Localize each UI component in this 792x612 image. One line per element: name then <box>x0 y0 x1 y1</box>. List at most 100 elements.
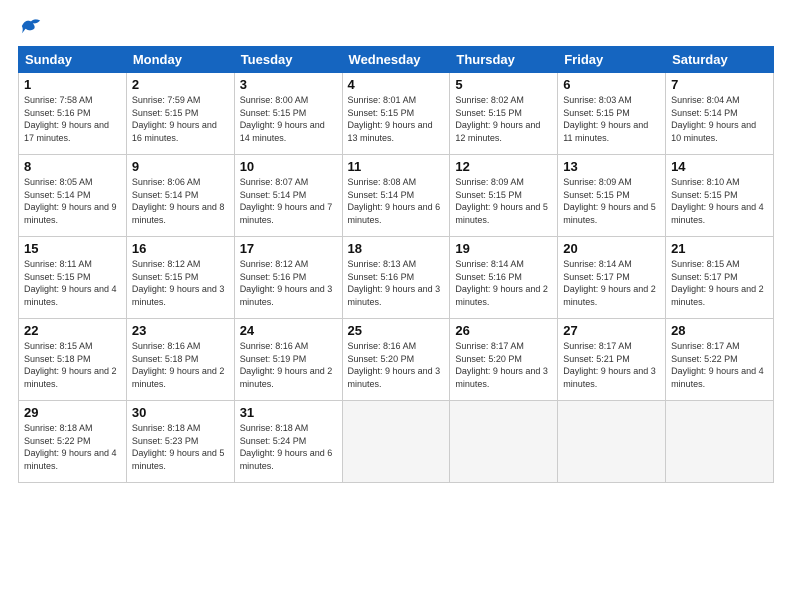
day-cell-20: 20Sunrise: 8:14 AMSunset: 5:17 PMDayligh… <box>558 237 666 319</box>
day-number: 28 <box>671 323 768 338</box>
day-cell-24: 24 Sunrise: 8:16 AMSunset: 5:19 PMDayligh… <box>234 319 342 401</box>
day-number: 7 <box>671 77 768 92</box>
day-number: 20 <box>563 241 660 256</box>
day-number: 21 <box>671 241 768 256</box>
day-number: 8 <box>24 159 121 174</box>
day-info: Sunrise: 8:16 AMSunset: 5:19 PMDaylight:… <box>240 340 337 390</box>
day-cell-14: 14 Sunrise: 8:10 AMSunset: 5:15 PMDayligh… <box>666 155 774 237</box>
day-number: 15 <box>24 241 121 256</box>
bird-icon <box>20 16 42 36</box>
calendar-week-2: 8 Sunrise: 8:05 AMSunset: 5:14 PMDaylight… <box>19 155 774 237</box>
day-number: 1 <box>24 77 121 92</box>
day-number: 11 <box>348 159 445 174</box>
day-number: 5 <box>455 77 552 92</box>
day-number: 26 <box>455 323 552 338</box>
day-number: 25 <box>348 323 445 338</box>
day-number: 18 <box>348 241 445 256</box>
day-info: Sunrise: 8:00 AMSunset: 5:15 PMDaylight:… <box>240 94 337 144</box>
day-info: Sunrise: 8:08 AMSunset: 5:14 PMDaylight:… <box>348 176 445 226</box>
day-number: 16 <box>132 241 229 256</box>
day-info: Sunrise: 8:17 AMSunset: 5:20 PMDaylight:… <box>455 340 552 390</box>
day-cell-19: 19Sunrise: 8:14 AMSunset: 5:16 PMDayligh… <box>450 237 558 319</box>
day-number: 6 <box>563 77 660 92</box>
day-info: Sunrise: 8:15 AMSunset: 5:17 PMDaylight:… <box>671 258 768 308</box>
day-info: Sunrise: 8:09 AMSunset: 5:15 PMDaylight:… <box>455 176 552 226</box>
calendar-header-row: SundayMondayTuesdayWednesdayThursdayFrid… <box>19 47 774 73</box>
calendar-week-1: 1 Sunrise: 7:58 AMSunset: 5:16 PMDaylight… <box>19 73 774 155</box>
day-cell-13: 13Sunrise: 8:09 AMSunset: 5:15 PMDayligh… <box>558 155 666 237</box>
day-info: Sunrise: 8:16 AMSunset: 5:20 PMDaylight:… <box>348 340 445 390</box>
day-number: 31 <box>240 405 337 420</box>
day-info: Sunrise: 8:04 AMSunset: 5:14 PMDaylight:… <box>671 94 768 144</box>
day-cell-11: 11 Sunrise: 8:08 AMSunset: 5:14 PMDayligh… <box>342 155 450 237</box>
day-cell-31: 31 Sunrise: 8:18 AMSunset: 5:24 PMDayligh… <box>234 401 342 483</box>
empty-cell <box>558 401 666 483</box>
day-header-monday: Monday <box>126 47 234 73</box>
day-number: 3 <box>240 77 337 92</box>
day-info: Sunrise: 8:07 AMSunset: 5:14 PMDaylight:… <box>240 176 337 226</box>
day-number: 24 <box>240 323 337 338</box>
day-info: Sunrise: 8:10 AMSunset: 5:15 PMDaylight:… <box>671 176 768 226</box>
day-info: Sunrise: 8:02 AMSunset: 5:15 PMDaylight:… <box>455 94 552 144</box>
day-info: Sunrise: 8:09 AMSunset: 5:15 PMDaylight:… <box>563 176 660 226</box>
day-header-thursday: Thursday <box>450 47 558 73</box>
day-info: Sunrise: 8:05 AMSunset: 5:14 PMDaylight:… <box>24 176 121 226</box>
empty-cell <box>666 401 774 483</box>
day-cell-22: 22Sunrise: 8:15 AMSunset: 5:18 PMDayligh… <box>19 319 127 401</box>
day-cell-8: 8 Sunrise: 8:05 AMSunset: 5:14 PMDaylight… <box>19 155 127 237</box>
day-cell-25: 25 Sunrise: 8:16 AMSunset: 5:20 PMDayligh… <box>342 319 450 401</box>
day-cell-2: 2 Sunrise: 7:59 AMSunset: 5:15 PMDaylight… <box>126 73 234 155</box>
day-cell-18: 18 Sunrise: 8:13 AMSunset: 5:16 PMDayligh… <box>342 237 450 319</box>
day-info: Sunrise: 8:01 AMSunset: 5:15 PMDaylight:… <box>348 94 445 144</box>
day-number: 2 <box>132 77 229 92</box>
day-info: Sunrise: 8:16 AMSunset: 5:18 PMDaylight:… <box>132 340 229 390</box>
day-cell-9: 9 Sunrise: 8:06 AMSunset: 5:14 PMDaylight… <box>126 155 234 237</box>
logo <box>18 18 44 36</box>
day-cell-17: 17 Sunrise: 8:12 AMSunset: 5:16 PMDayligh… <box>234 237 342 319</box>
day-number: 19 <box>455 241 552 256</box>
day-header-friday: Friday <box>558 47 666 73</box>
day-cell-26: 26 Sunrise: 8:17 AMSunset: 5:20 PMDayligh… <box>450 319 558 401</box>
page: SundayMondayTuesdayWednesdayThursdayFrid… <box>0 0 792 612</box>
day-cell-27: 27Sunrise: 8:17 AMSunset: 5:21 PMDayligh… <box>558 319 666 401</box>
day-header-wednesday: Wednesday <box>342 47 450 73</box>
day-info: Sunrise: 8:18 AMSunset: 5:23 PMDaylight:… <box>132 422 229 472</box>
day-cell-5: 5 Sunrise: 8:02 AMSunset: 5:15 PMDaylight… <box>450 73 558 155</box>
day-cell-6: 6 Sunrise: 8:03 AMSunset: 5:15 PMDaylight… <box>558 73 666 155</box>
day-info: Sunrise: 8:06 AMSunset: 5:14 PMDaylight:… <box>132 176 229 226</box>
day-info: Sunrise: 8:13 AMSunset: 5:16 PMDaylight:… <box>348 258 445 308</box>
day-info: Sunrise: 7:59 AMSunset: 5:15 PMDaylight:… <box>132 94 229 144</box>
calendar-week-4: 22Sunrise: 8:15 AMSunset: 5:18 PMDayligh… <box>19 319 774 401</box>
day-info: Sunrise: 7:58 AMSunset: 5:16 PMDaylight:… <box>24 94 121 144</box>
day-cell-16: 16 Sunrise: 8:12 AMSunset: 5:15 PMDayligh… <box>126 237 234 319</box>
day-number: 23 <box>132 323 229 338</box>
day-info: Sunrise: 8:11 AMSunset: 5:15 PMDaylight:… <box>24 258 121 308</box>
day-info: Sunrise: 8:12 AMSunset: 5:16 PMDaylight:… <box>240 258 337 308</box>
day-info: Sunrise: 8:17 AMSunset: 5:22 PMDaylight:… <box>671 340 768 390</box>
day-number: 30 <box>132 405 229 420</box>
calendar-week-5: 29 Sunrise: 8:18 AMSunset: 5:22 PMDayligh… <box>19 401 774 483</box>
day-cell-21: 21 Sunrise: 8:15 AMSunset: 5:17 PMDayligh… <box>666 237 774 319</box>
day-number: 22 <box>24 323 121 338</box>
day-header-tuesday: Tuesday <box>234 47 342 73</box>
day-cell-4: 4 Sunrise: 8:01 AMSunset: 5:15 PMDaylight… <box>342 73 450 155</box>
header <box>18 18 774 36</box>
empty-cell <box>342 401 450 483</box>
calendar: SundayMondayTuesdayWednesdayThursdayFrid… <box>18 46 774 483</box>
day-number: 4 <box>348 77 445 92</box>
day-number: 9 <box>132 159 229 174</box>
day-info: Sunrise: 8:18 AMSunset: 5:22 PMDaylight:… <box>24 422 121 472</box>
empty-cell <box>450 401 558 483</box>
day-info: Sunrise: 8:18 AMSunset: 5:24 PMDaylight:… <box>240 422 337 472</box>
day-number: 29 <box>24 405 121 420</box>
day-cell-3: 3 Sunrise: 8:00 AMSunset: 5:15 PMDaylight… <box>234 73 342 155</box>
calendar-week-3: 15 Sunrise: 8:11 AMSunset: 5:15 PMDayligh… <box>19 237 774 319</box>
day-info: Sunrise: 8:03 AMSunset: 5:15 PMDaylight:… <box>563 94 660 144</box>
day-number: 17 <box>240 241 337 256</box>
day-info: Sunrise: 8:12 AMSunset: 5:15 PMDaylight:… <box>132 258 229 308</box>
day-header-saturday: Saturday <box>666 47 774 73</box>
day-number: 14 <box>671 159 768 174</box>
day-cell-10: 10Sunrise: 8:07 AMSunset: 5:14 PMDayligh… <box>234 155 342 237</box>
day-number: 27 <box>563 323 660 338</box>
day-header-sunday: Sunday <box>19 47 127 73</box>
